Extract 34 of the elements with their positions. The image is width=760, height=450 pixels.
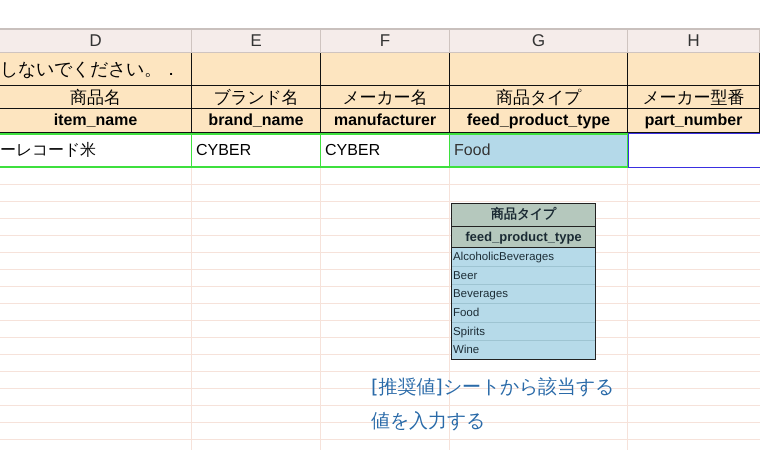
column-header[interactable]: H	[628, 30, 760, 53]
table-header: feed_product_type	[452, 227, 595, 248]
table-cell[interactable]: Food	[450, 133, 628, 168]
table-cell[interactable]	[192, 53, 321, 86]
option-cell-text: Wine	[452, 343, 480, 358]
column-header[interactable]: E	[192, 30, 321, 53]
table-cell: part_number	[628, 109, 760, 133]
table-cell[interactable]	[628, 133, 760, 168]
table-cell: item_name	[0, 109, 192, 133]
column-header[interactable]: G	[450, 30, 628, 53]
table-cell[interactable]	[321, 53, 450, 86]
table-cell[interactable]	[628, 53, 760, 86]
table-cell[interactable]: CYBER	[192, 133, 321, 168]
column-header[interactable]: D	[0, 30, 192, 53]
table-cell: ブランド名	[192, 86, 321, 109]
table-cell[interactable]	[450, 53, 628, 86]
note-text: [推奨値]シートから該当する	[371, 375, 614, 400]
option-cell: Food	[452, 304, 595, 323]
option-cell: Spirits	[452, 322, 595, 342]
table-cell: brand_name	[192, 109, 321, 133]
notice-text: しないでください。．	[0, 53, 192, 86]
option-cell: Beverages	[452, 285, 595, 304]
column-header[interactable]: F	[321, 30, 450, 53]
table-cell: manufacturer	[321, 109, 450, 133]
table-header: 商品タイプ	[452, 204, 595, 227]
note-text: 値を入力する	[371, 409, 486, 434]
table-cell: 商品タイプ	[450, 86, 628, 109]
table-cell[interactable]: ーレコード米	[0, 133, 192, 168]
table-cell: feed_product_type	[450, 109, 628, 133]
option-cell: AlcoholicBeverages	[452, 248, 595, 267]
option-cell: Beer	[452, 266, 595, 286]
table-cell: メーカー名	[321, 86, 450, 109]
table-cell: 商品名	[0, 86, 192, 109]
table-cell: メーカー型番	[628, 86, 760, 109]
